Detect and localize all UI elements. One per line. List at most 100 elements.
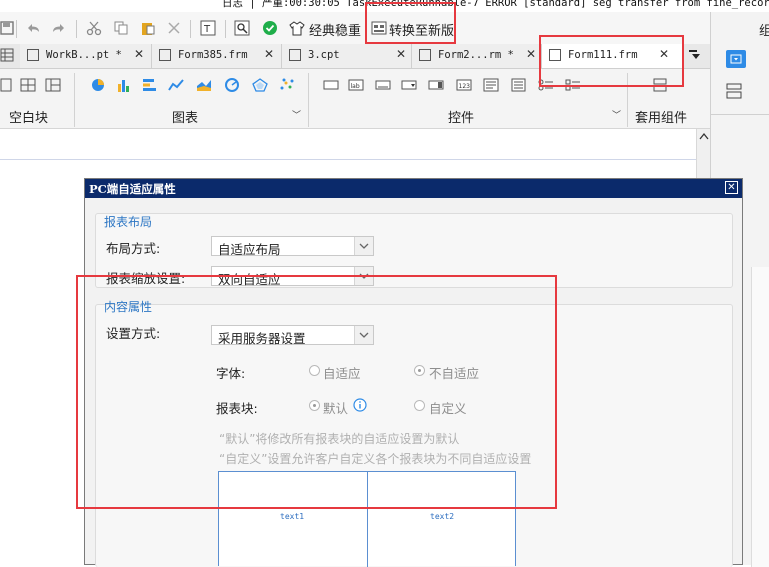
tab-list-dropdown-icon[interactable]	[688, 48, 702, 62]
log-status-text: 日志 | 严重:00:30:05 TaskExecuteRunnable-7 E…	[222, 0, 769, 9]
font-not-adaptive-label[interactable]: 不自适应	[429, 363, 479, 382]
tab-form2[interactable]: Form2...rm * ✕	[412, 44, 542, 68]
delete-icon[interactable]	[166, 20, 182, 36]
tab-label: Form2...rm *	[438, 49, 514, 61]
button-widget-icon[interactable]	[323, 78, 339, 92]
controls-group-label: 控件	[448, 111, 475, 126]
textbox-widget-icon[interactable]	[375, 78, 391, 92]
textarea-widget-icon[interactable]	[483, 78, 499, 92]
dialog-title: PC端自适应属性	[89, 182, 176, 196]
log-status-bar: 日志 | 严重:00:30:05 TaskExecuteRunnable-7 E…	[0, 0, 769, 12]
area-chart-icon[interactable]	[196, 78, 212, 92]
label-widget-icon[interactable]: lab	[348, 78, 364, 92]
content-properties-title: 内容属性	[104, 300, 153, 314]
scatter-chart-icon[interactable]	[279, 78, 295, 92]
horizontal-bar-chart-icon[interactable]	[142, 78, 158, 92]
block-default-radio[interactable]	[309, 400, 320, 411]
report-scale-select[interactable]: 双向自适应	[211, 266, 374, 287]
svg-text:123: 123	[459, 83, 471, 90]
redo-icon[interactable]	[51, 20, 67, 36]
font-adaptive-radio[interactable]	[309, 365, 320, 376]
layout-split-icon[interactable]	[45, 78, 61, 92]
grid-tab-icon[interactable]	[0, 48, 14, 62]
svg-text:T: T	[203, 24, 211, 35]
canvas-ruler-line	[0, 159, 696, 160]
chevron-down-icon[interactable]: ﹀	[292, 108, 301, 121]
shirt-theme-icon[interactable]	[289, 20, 305, 36]
layout-mode-label: 布局方式:	[106, 241, 161, 256]
classic-theme-label[interactable]: 经典稳重	[309, 20, 361, 39]
number-widget-icon[interactable]: 123	[456, 78, 472, 92]
checkbox-group-widget-icon[interactable]	[565, 78, 581, 92]
tab-workbook[interactable]: WorkB...pt * ✕	[20, 44, 152, 68]
cpt-file-icon	[289, 49, 301, 61]
setting-mode-label: 设置方式:	[106, 326, 161, 341]
pie-chart-icon[interactable]	[90, 78, 106, 92]
find-replace-icon[interactable]: T	[200, 20, 216, 36]
undo-icon[interactable]	[25, 20, 41, 36]
layout-mode-select[interactable]: 自适应布局	[211, 236, 374, 257]
switch-to-new-version-button[interactable]: 转换至新版	[389, 20, 454, 39]
layout-grid-icon[interactable]	[20, 78, 36, 92]
close-icon[interactable]: ✕	[396, 47, 406, 61]
panel-dropdown-button[interactable]	[726, 50, 746, 68]
tab-form111[interactable]: Form111.frm ✕	[542, 44, 683, 68]
list-widget-icon[interactable]	[511, 78, 527, 92]
component-template-icon[interactable]	[652, 78, 668, 92]
convert-icon[interactable]	[371, 20, 387, 36]
cut-icon[interactable]	[86, 20, 102, 36]
blank-block-label: 空白块	[9, 111, 49, 126]
font-label: 字体:	[216, 366, 246, 381]
close-icon[interactable]: ✕	[264, 47, 274, 61]
panel-divider	[711, 114, 769, 115]
chevron-down-icon	[354, 326, 373, 344]
setting-mode-value: 采用服务器设置	[218, 331, 306, 346]
report-block-label: 报表块:	[216, 401, 258, 416]
preview-icon[interactable]	[234, 20, 250, 36]
report-layout-title: 报表布局	[104, 215, 153, 229]
copy-icon[interactable]	[113, 20, 129, 36]
save-icon[interactable]	[0, 20, 16, 36]
report-scale-value: 双向自适应	[218, 272, 281, 287]
tab-form385[interactable]: Form385.frm ✕	[152, 44, 282, 68]
radio-group-widget-icon[interactable]	[538, 78, 554, 92]
date-widget-icon[interactable]	[428, 78, 444, 92]
check-icon[interactable]	[262, 20, 278, 36]
radar-chart-icon[interactable]	[252, 78, 268, 92]
tab-3cpt[interactable]: 3.cpt ✕	[282, 44, 412, 68]
font-adaptive-label[interactable]: 自适应	[323, 363, 361, 382]
block-custom-label[interactable]: 自定义	[429, 398, 467, 417]
chevron-down-icon	[354, 237, 373, 255]
blank-block-icon[interactable]	[0, 78, 16, 92]
close-icon[interactable]: ✕	[659, 47, 669, 61]
dialog-close-button[interactable]: ✕	[725, 181, 738, 194]
block-default-label[interactable]: 默认	[323, 398, 348, 417]
chevron-down-icon	[354, 267, 373, 285]
close-icon[interactable]: ✕	[526, 47, 536, 61]
apply-component-label[interactable]: 套用组件	[635, 107, 687, 126]
tab-label: WorkB...pt *	[46, 49, 122, 61]
dialog-title-bar[interactable]: PC端自适应属性 ✕	[85, 179, 742, 198]
scroll-up-icon[interactable]	[699, 132, 709, 140]
preview-text2[interactable]: text2	[430, 512, 454, 521]
paste-icon[interactable]	[140, 20, 156, 36]
gauge-chart-icon[interactable]	[224, 78, 240, 92]
form-file-icon	[159, 49, 171, 61]
report-scale-label: 报表缩放设置:	[106, 271, 186, 286]
preview-divider	[367, 472, 368, 567]
info-icon[interactable]	[353, 398, 367, 412]
preview-text1[interactable]: text1	[280, 512, 304, 521]
chevron-down-icon[interactable]: ﹀	[612, 108, 621, 121]
font-not-adaptive-radio[interactable]	[414, 365, 425, 376]
form-file-icon	[549, 49, 561, 61]
panel-layout-icon[interactable]	[725, 82, 743, 100]
dropdown-arrow-icon	[730, 54, 742, 64]
combobox-widget-icon[interactable]	[401, 78, 417, 92]
tab-label: Form111.frm	[568, 49, 638, 61]
tab-label: Form385.frm	[178, 49, 248, 61]
setting-mode-select[interactable]: 采用服务器设置	[211, 325, 374, 346]
block-custom-radio[interactable]	[414, 400, 425, 411]
line-chart-icon[interactable]	[168, 78, 184, 92]
bar-chart-icon[interactable]	[116, 78, 132, 92]
close-icon[interactable]: ✕	[134, 47, 144, 61]
